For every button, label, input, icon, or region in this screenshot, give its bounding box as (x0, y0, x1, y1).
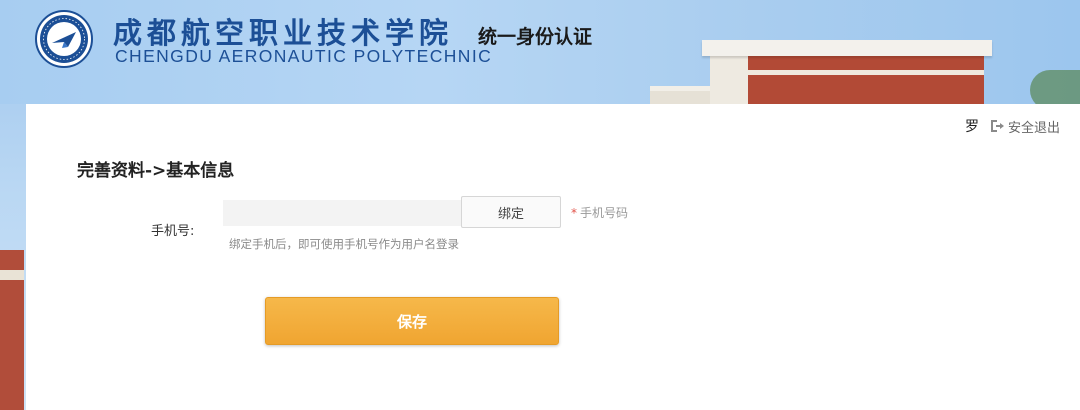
phone-label: 手机号: (151, 224, 195, 239)
school-emblem-icon (35, 10, 93, 68)
user-area: 罗 安全退出 (965, 116, 1060, 136)
required-hint-text: 手机号码 (580, 206, 629, 220)
system-title: 统一身份认证 (478, 26, 593, 48)
logout-icon[interactable] (989, 118, 1005, 134)
save-button[interactable]: 保存 (265, 297, 559, 345)
phone-input[interactable] (223, 200, 467, 226)
phone-help-text: 绑定手机后，即可使用手机号作为用户名登录 (229, 237, 459, 251)
page-header: 成都航空职业技术学院 CHENGDU AERONAUTIC POLYTECHNI… (0, 0, 1080, 104)
user-name: 罗 (964, 119, 979, 135)
tree-decoration (1030, 70, 1080, 104)
required-hint: * 手机号码 (571, 204, 628, 221)
campus-building (702, 40, 992, 104)
main-panel: 罗 安全退出 完善资料->基本信息 手机号: 绑定 * 手机号码 绑定手机后，即可… (26, 104, 1080, 410)
page-title: 完善资料->基本信息 (77, 161, 235, 181)
left-building-decoration (0, 250, 24, 410)
logout-link[interactable]: 安全退出 (1008, 117, 1060, 136)
bind-button[interactable]: 绑定 (461, 196, 561, 228)
required-star: * (571, 206, 577, 220)
school-name-en: CHENGDU AERONAUTIC POLYTECHNIC (115, 46, 493, 66)
